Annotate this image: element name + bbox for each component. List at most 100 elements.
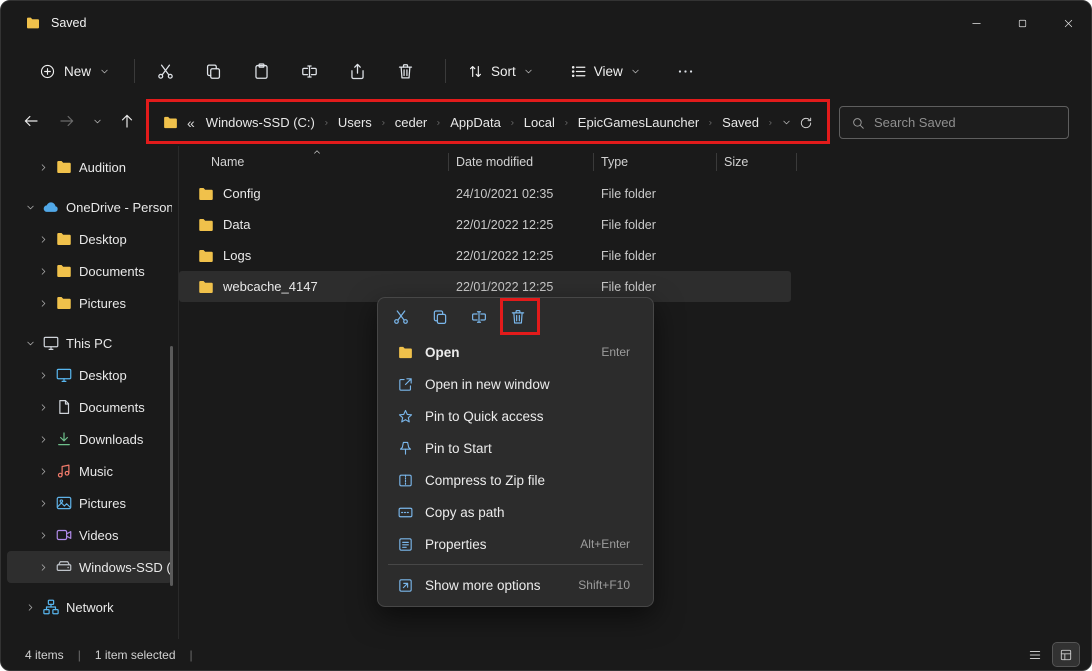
maximize-button[interactable] bbox=[999, 1, 1045, 45]
sort-button[interactable]: Sort bbox=[456, 56, 545, 87]
context-menu-item-pin-to-quick-access[interactable]: Pin to Quick access bbox=[383, 400, 648, 432]
chevron-right-icon bbox=[25, 602, 36, 613]
folder-icon bbox=[197, 185, 215, 203]
chevron-right-icon bbox=[380, 118, 387, 128]
context-menu-item-pin-to-start[interactable]: Pin to Start bbox=[383, 432, 648, 464]
new-button[interactable]: New bbox=[27, 56, 122, 87]
sidebar-item-music[interactable]: Music bbox=[7, 455, 172, 487]
column-header-type[interactable]: Type bbox=[593, 146, 716, 178]
chevron-right-icon bbox=[435, 118, 442, 128]
breadcrumb-segment[interactable]: AppData bbox=[445, 111, 506, 134]
column-header-size[interactable]: Size bbox=[716, 146, 796, 178]
file-row-data[interactable]: Data 22/01/2022 12:25 File folder bbox=[179, 209, 791, 240]
file-date-modified: 22/01/2022 12:25 bbox=[456, 279, 554, 294]
column-header-blank bbox=[796, 146, 1091, 178]
context-menu: Open Enter Open in new window Pin to Qui… bbox=[377, 297, 654, 607]
breadcrumb-segment[interactable]: ceder bbox=[390, 111, 433, 134]
breadcrumb-segment[interactable]: Local bbox=[519, 111, 560, 134]
refresh-button[interactable] bbox=[796, 109, 815, 137]
view-button[interactable]: View bbox=[559, 56, 652, 87]
column-header-date-modified[interactable]: Date modified bbox=[448, 146, 593, 178]
breadcrumb-collapse[interactable]: « bbox=[187, 115, 195, 131]
recent-locations-button[interactable] bbox=[85, 105, 109, 137]
close-button[interactable] bbox=[1045, 1, 1091, 45]
file-type: File folder bbox=[601, 279, 656, 294]
context-menu-item-show-more-options[interactable]: Show more options Shift+F10 bbox=[383, 569, 648, 601]
folder-icon bbox=[197, 247, 215, 265]
rename-button[interactable] bbox=[289, 53, 329, 89]
video-icon bbox=[55, 526, 73, 544]
minimize-button[interactable] bbox=[953, 1, 999, 45]
sidebar-item-downloads[interactable]: Downloads bbox=[7, 423, 172, 455]
sidebar-item-desktop-onedrive[interactable]: Desktop bbox=[7, 223, 172, 255]
trash-icon bbox=[509, 308, 527, 326]
file-row-config[interactable]: Config 24/10/2021 02:35 File folder bbox=[179, 178, 791, 209]
new-button-label: New bbox=[64, 63, 92, 79]
sidebar-item-pictures[interactable]: Pictures bbox=[7, 487, 172, 519]
address-bar[interactable]: « Windows-SSD (C:) Users ceder AppData L… bbox=[150, 104, 826, 141]
sidebar-item-documents[interactable]: Documents bbox=[7, 391, 172, 423]
delete-button[interactable] bbox=[503, 302, 533, 332]
show-more-icon bbox=[397, 577, 414, 594]
navigation-pane: Audition OneDrive - Personal Desktop Doc… bbox=[1, 146, 179, 639]
menu-item-label: Compress to Zip file bbox=[425, 472, 546, 488]
search-input[interactable] bbox=[874, 115, 1054, 130]
forward-button[interactable] bbox=[51, 105, 83, 137]
breadcrumb-segment[interactable]: Users bbox=[333, 111, 377, 134]
copy-button[interactable] bbox=[425, 302, 455, 332]
cut-button[interactable] bbox=[145, 53, 185, 89]
chevron-right-icon bbox=[38, 266, 49, 277]
sidebar-item-pictures-onedrive[interactable]: Pictures bbox=[7, 287, 172, 319]
context-menu-item-copy-as-path[interactable]: Copy as path bbox=[383, 496, 648, 528]
chevron-right-icon bbox=[38, 370, 49, 381]
status-bar: 4 items | 1 item selected | bbox=[1, 639, 1091, 670]
refresh-icon bbox=[799, 116, 813, 130]
breadcrumb-segment[interactable]: Windows-SSD (C:) bbox=[201, 111, 320, 134]
sidebar-item-onedrive[interactable]: OneDrive - Personal bbox=[7, 191, 172, 223]
chevron-right-icon bbox=[38, 162, 49, 173]
cut-button[interactable] bbox=[386, 302, 416, 332]
menu-item-label: Open bbox=[425, 344, 460, 360]
context-menu-item-open-in-new-window[interactable]: Open in new window bbox=[383, 368, 648, 400]
sidebar-item-videos[interactable]: Videos bbox=[7, 519, 172, 551]
breadcrumb-segment[interactable]: Saved bbox=[717, 111, 764, 134]
context-menu-item-properties[interactable]: Properties Alt+Enter bbox=[383, 528, 648, 560]
chevron-right-icon bbox=[707, 118, 714, 128]
back-button[interactable] bbox=[15, 105, 47, 137]
more-options-button[interactable] bbox=[666, 53, 706, 89]
context-menu-item-open[interactable]: Open Enter bbox=[383, 336, 648, 368]
chevron-down-icon bbox=[25, 202, 36, 213]
file-date-modified: 22/01/2022 12:25 bbox=[456, 217, 554, 232]
address-dropdown-button[interactable] bbox=[777, 109, 796, 137]
sidebar-item-this-pc[interactable]: This PC bbox=[7, 327, 172, 359]
folder-icon bbox=[55, 262, 73, 280]
column-header-name[interactable]: Name bbox=[179, 146, 448, 178]
sidebar-scrollbar[interactable] bbox=[170, 346, 173, 586]
delete-button[interactable] bbox=[385, 53, 425, 89]
clipboard-actions-group bbox=[145, 53, 433, 89]
details-view-toggle-button[interactable] bbox=[1052, 642, 1080, 667]
sidebar-item-documents-onedrive[interactable]: Documents bbox=[7, 255, 172, 287]
file-date-modified: 22/01/2022 12:25 bbox=[456, 248, 554, 263]
sidebar-item-windows-ssd[interactable]: Windows-SSD (C:) bbox=[7, 551, 172, 583]
file-row-logs[interactable]: Logs 22/01/2022 12:25 File folder bbox=[179, 240, 791, 271]
paste-button[interactable] bbox=[241, 53, 281, 89]
sidebar-item-desktop[interactable]: Desktop bbox=[7, 359, 172, 391]
path-icon bbox=[397, 504, 414, 521]
breadcrumb-segment[interactable]: EpicGamesLauncher bbox=[573, 111, 704, 134]
context-menu-item-compress-to-zip[interactable]: Compress to Zip file bbox=[383, 464, 648, 496]
sidebar-item-label: Audition bbox=[79, 159, 126, 175]
properties-icon bbox=[397, 536, 414, 553]
folder-icon bbox=[25, 15, 41, 31]
sidebar-item-network[interactable]: Network bbox=[7, 591, 172, 623]
monitor-icon bbox=[42, 334, 60, 352]
copy-button[interactable] bbox=[193, 53, 233, 89]
share-button[interactable] bbox=[337, 53, 377, 89]
chevron-right-icon bbox=[509, 118, 516, 128]
up-button[interactable] bbox=[111, 105, 143, 137]
sidebar-item-label: Desktop bbox=[79, 367, 127, 383]
sidebar-item-audition[interactable]: Audition bbox=[7, 151, 172, 183]
document-icon bbox=[55, 398, 73, 416]
rename-button[interactable] bbox=[464, 302, 494, 332]
list-view-toggle-button[interactable] bbox=[1022, 643, 1048, 666]
